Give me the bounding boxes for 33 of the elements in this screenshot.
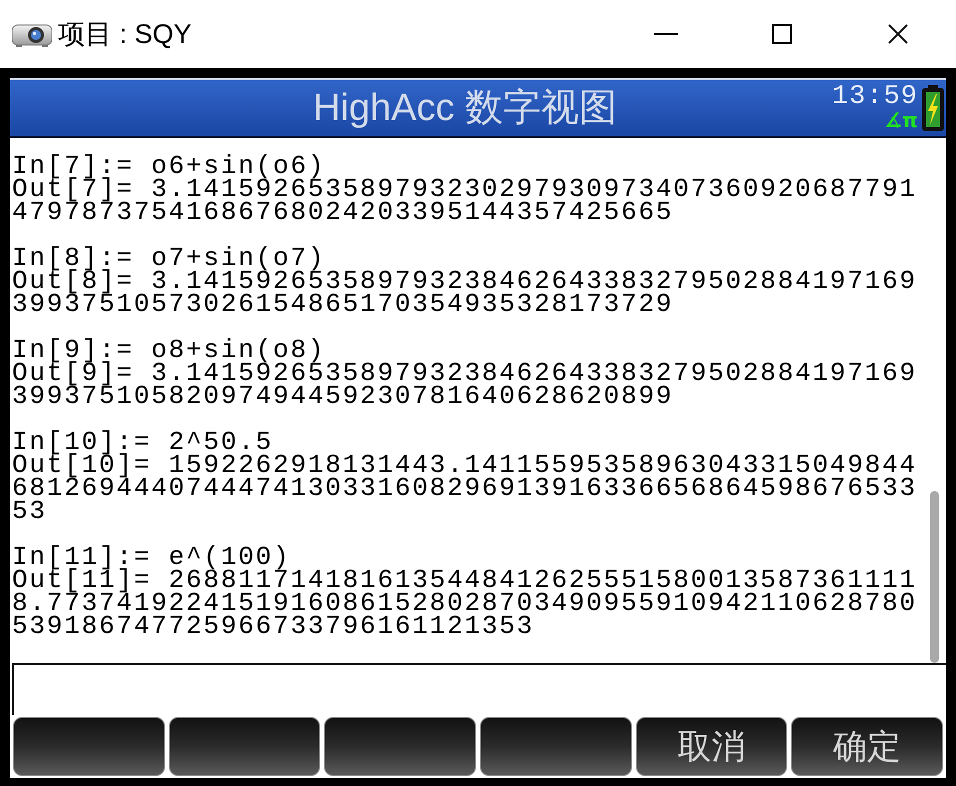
minimize-icon: [654, 33, 678, 35]
output-line: 6812694440744474130331608296913916336656864598676533: [12, 477, 917, 500]
battery-charging-icon: [922, 85, 944, 131]
softkey-button[interactable]: [480, 717, 632, 776]
scrollbar-thumb[interactable]: [930, 491, 939, 663]
softkey-button[interactable]: [13, 717, 165, 776]
output-line: Out[7]= 3.141592653589793230297930973407360920687791: [12, 178, 917, 201]
output-line: Out[9]= 3.141592653589793238462643383279502884197169: [12, 362, 917, 385]
output-line: 47978737541686768024203395144357425665: [12, 201, 674, 224]
input-line: In[8]:= o7+sin(o7): [12, 247, 326, 270]
entry-field[interactable]: [12, 663, 946, 715]
softkey-button[interactable]: 取消: [636, 717, 788, 776]
input-line: In[10]:= 2^50.5: [12, 431, 274, 454]
softkey-button[interactable]: 确定: [791, 717, 944, 776]
output-line: 39937510573026154865170354935328173729: [12, 293, 674, 316]
output-line: 39937510582097494459230781640628620899: [12, 385, 674, 408]
window-title: 项目 : SQY: [58, 18, 192, 50]
close-icon: [888, 24, 908, 44]
angle-mode-indicator: ∡π: [884, 109, 918, 131]
input-line: In[7]:= o6+sin(o6): [12, 155, 326, 178]
output-line: Out[8]= 3.141592653589793238462643383279502884197169: [12, 270, 917, 293]
output-line: Out[10]= 1592262918131443.14115595358963043315049844: [12, 454, 917, 477]
softkey-button[interactable]: [168, 717, 320, 776]
output-line: Out[11]= 2688117141816135448412625551580013587361111: [12, 569, 917, 592]
input-line: In[11]:= e^(100): [12, 546, 290, 569]
output-line: 53: [12, 500, 47, 523]
clock-time: 13:59: [832, 85, 918, 109]
output-line: 8.77374192241519160861528028703490955910942110628780: [12, 592, 917, 615]
header-title: HighAcc 数字视图: [312, 86, 618, 130]
softkey-button[interactable]: [324, 717, 476, 776]
maximize-icon: [772, 24, 792, 44]
output-line: 539186747725966733796161121353: [12, 615, 534, 638]
input-line: In[9]:= o8+sin(o8): [12, 339, 326, 362]
